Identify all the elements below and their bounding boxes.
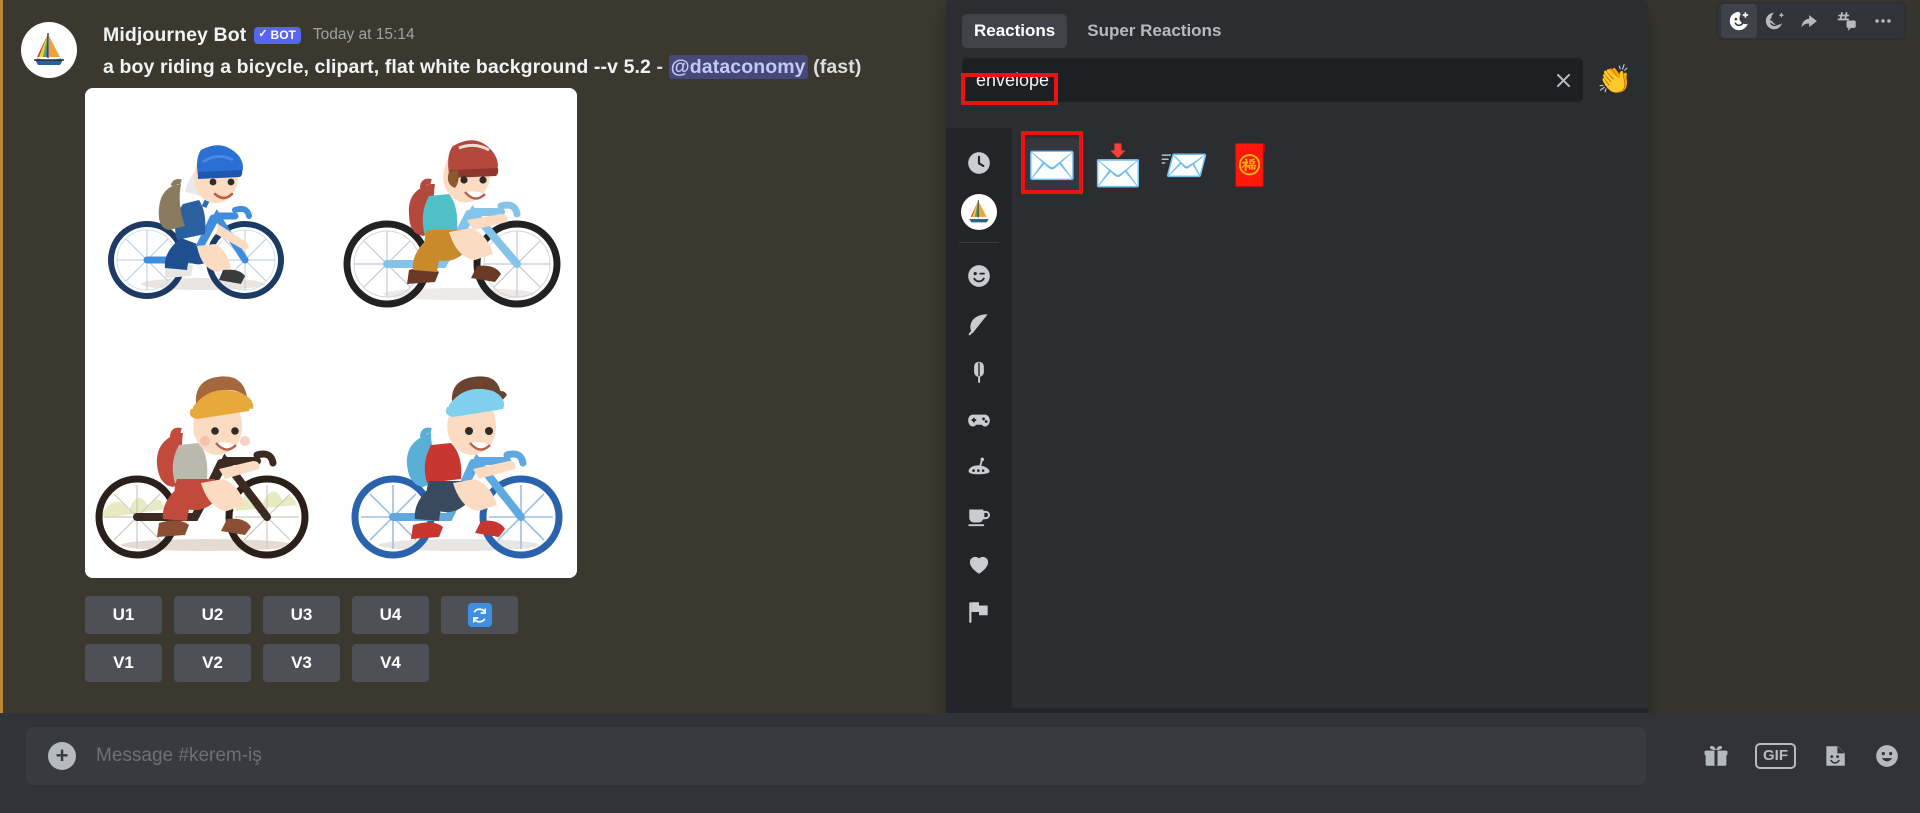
image-quadrant-2[interactable] [331,88,577,333]
avatar[interactable] [21,22,77,78]
quick-clap-emoji[interactable]: 👏 [1597,66,1632,94]
emoji-envelope-with-arrow[interactable]: 📩 [1090,138,1146,194]
composer-area: + GIF [0,713,1920,813]
more-icon[interactable] [1865,4,1901,38]
upscale-1[interactable]: U1 [85,596,162,634]
add-reaction-icon[interactable] [1721,4,1757,38]
message: Midjourney Bot ✓ BOT Today at 15:14 a bo… [21,22,931,79]
message-body: Midjourney Bot ✓ BOT Today at 15:14 a bo… [103,22,931,79]
variation-1[interactable]: V1 [85,644,162,682]
objects-category[interactable] [956,493,1002,539]
rail-divider [959,242,999,243]
server-category[interactable] [961,194,997,230]
search-box[interactable] [962,58,1584,102]
activities-category[interactable] [956,397,1002,443]
composer-actions: GIF [1703,727,1900,785]
midjourney-buttons: U1 U2 U3 U4 V1 V2 V3 V4 [85,596,518,692]
prompt-separator: - [656,56,664,78]
tab-reactions[interactable]: Reactions [962,14,1068,48]
reroll-button[interactable] [441,596,518,634]
generation-mode: (fast) [813,56,862,78]
upscale-2[interactable]: U2 [174,596,251,634]
prompt-text: a boy riding a bicycle, clipart, flat wh… [103,56,651,78]
forward-icon[interactable] [1829,4,1865,38]
upscale-4[interactable]: U4 [352,596,429,634]
picker-search-row: 👏 [946,58,1648,102]
emoji-red-envelope[interactable]: 🧧 [1222,138,1278,194]
discord-app-window: Midjourney Bot ✓ BOT Today at 15:14 a bo… [0,0,1920,813]
image-quadrant-3[interactable] [85,333,331,578]
emoji-result-row: ✉️ 📩 📨 🧧 [1024,138,1648,194]
emoji-incoming-envelope[interactable]: 📨 [1156,138,1212,194]
upscale-row: U1 U2 U3 U4 [85,596,518,634]
emoji-envelope[interactable]: ✉️ [1024,138,1080,194]
image-quadrant-4[interactable] [331,333,577,578]
user-mention[interactable]: @dataconomy [668,55,808,79]
people-category[interactable] [956,253,1002,299]
emoji-results: ✉️ 📩 📨 🧧 [1012,128,1648,708]
attach-icon[interactable]: + [48,742,76,770]
nature-category[interactable] [956,301,1002,347]
picker-tabs: Reactions Super Reactions [946,0,1648,58]
message-content: a boy riding a bicycle, clipart, flat wh… [103,55,931,79]
recent-category[interactable] [956,140,1002,186]
sticker-icon[interactable] [1822,743,1848,769]
symbols-category[interactable] [956,541,1002,587]
travel-category[interactable] [956,445,1002,491]
picker-body: ✉️ 📩 📨 🧧 [946,128,1648,708]
refresh-icon [467,603,492,627]
gif-label: GIF [1755,743,1796,769]
bot-badge: ✓ BOT [254,26,301,44]
clear-search-icon[interactable] [1543,58,1583,102]
variation-row: V1 V2 V3 V4 [85,644,518,682]
reply-icon[interactable] [1793,4,1829,38]
message-composer[interactable]: + [26,727,1646,785]
super-reaction-icon[interactable] [1757,4,1793,38]
message-header: Midjourney Bot ✓ BOT Today at 15:14 [103,22,931,48]
generated-image[interactable] [85,88,577,578]
gif-icon[interactable]: GIF [1755,743,1796,769]
category-rail [946,128,1012,708]
variation-4[interactable]: V4 [352,644,429,682]
verified-check-icon: ✓ [258,28,268,40]
gift-icon[interactable] [1703,743,1729,769]
bot-badge-label: BOT [270,27,296,42]
message-area: Midjourney Bot ✓ BOT Today at 15:14 a bo… [0,0,946,713]
emoji-icon[interactable] [1874,743,1900,769]
message-input[interactable] [96,745,1646,767]
emoji-picker: Reactions Super Reactions 👏 [946,0,1648,768]
upscale-3[interactable]: U3 [263,596,340,634]
tab-super-reactions[interactable]: Super Reactions [1075,14,1233,48]
flags-category[interactable] [956,589,1002,635]
variation-3[interactable]: V3 [263,644,340,682]
message-timestamp: Today at 15:14 [312,26,415,43]
message-hover-toolbar [1716,2,1906,40]
emoji-search-input[interactable] [962,69,1544,91]
variation-2[interactable]: V2 [174,644,251,682]
image-quadrant-1[interactable] [85,88,331,333]
message-author[interactable]: Midjourney Bot [103,24,246,47]
food-category[interactable] [956,349,1002,395]
